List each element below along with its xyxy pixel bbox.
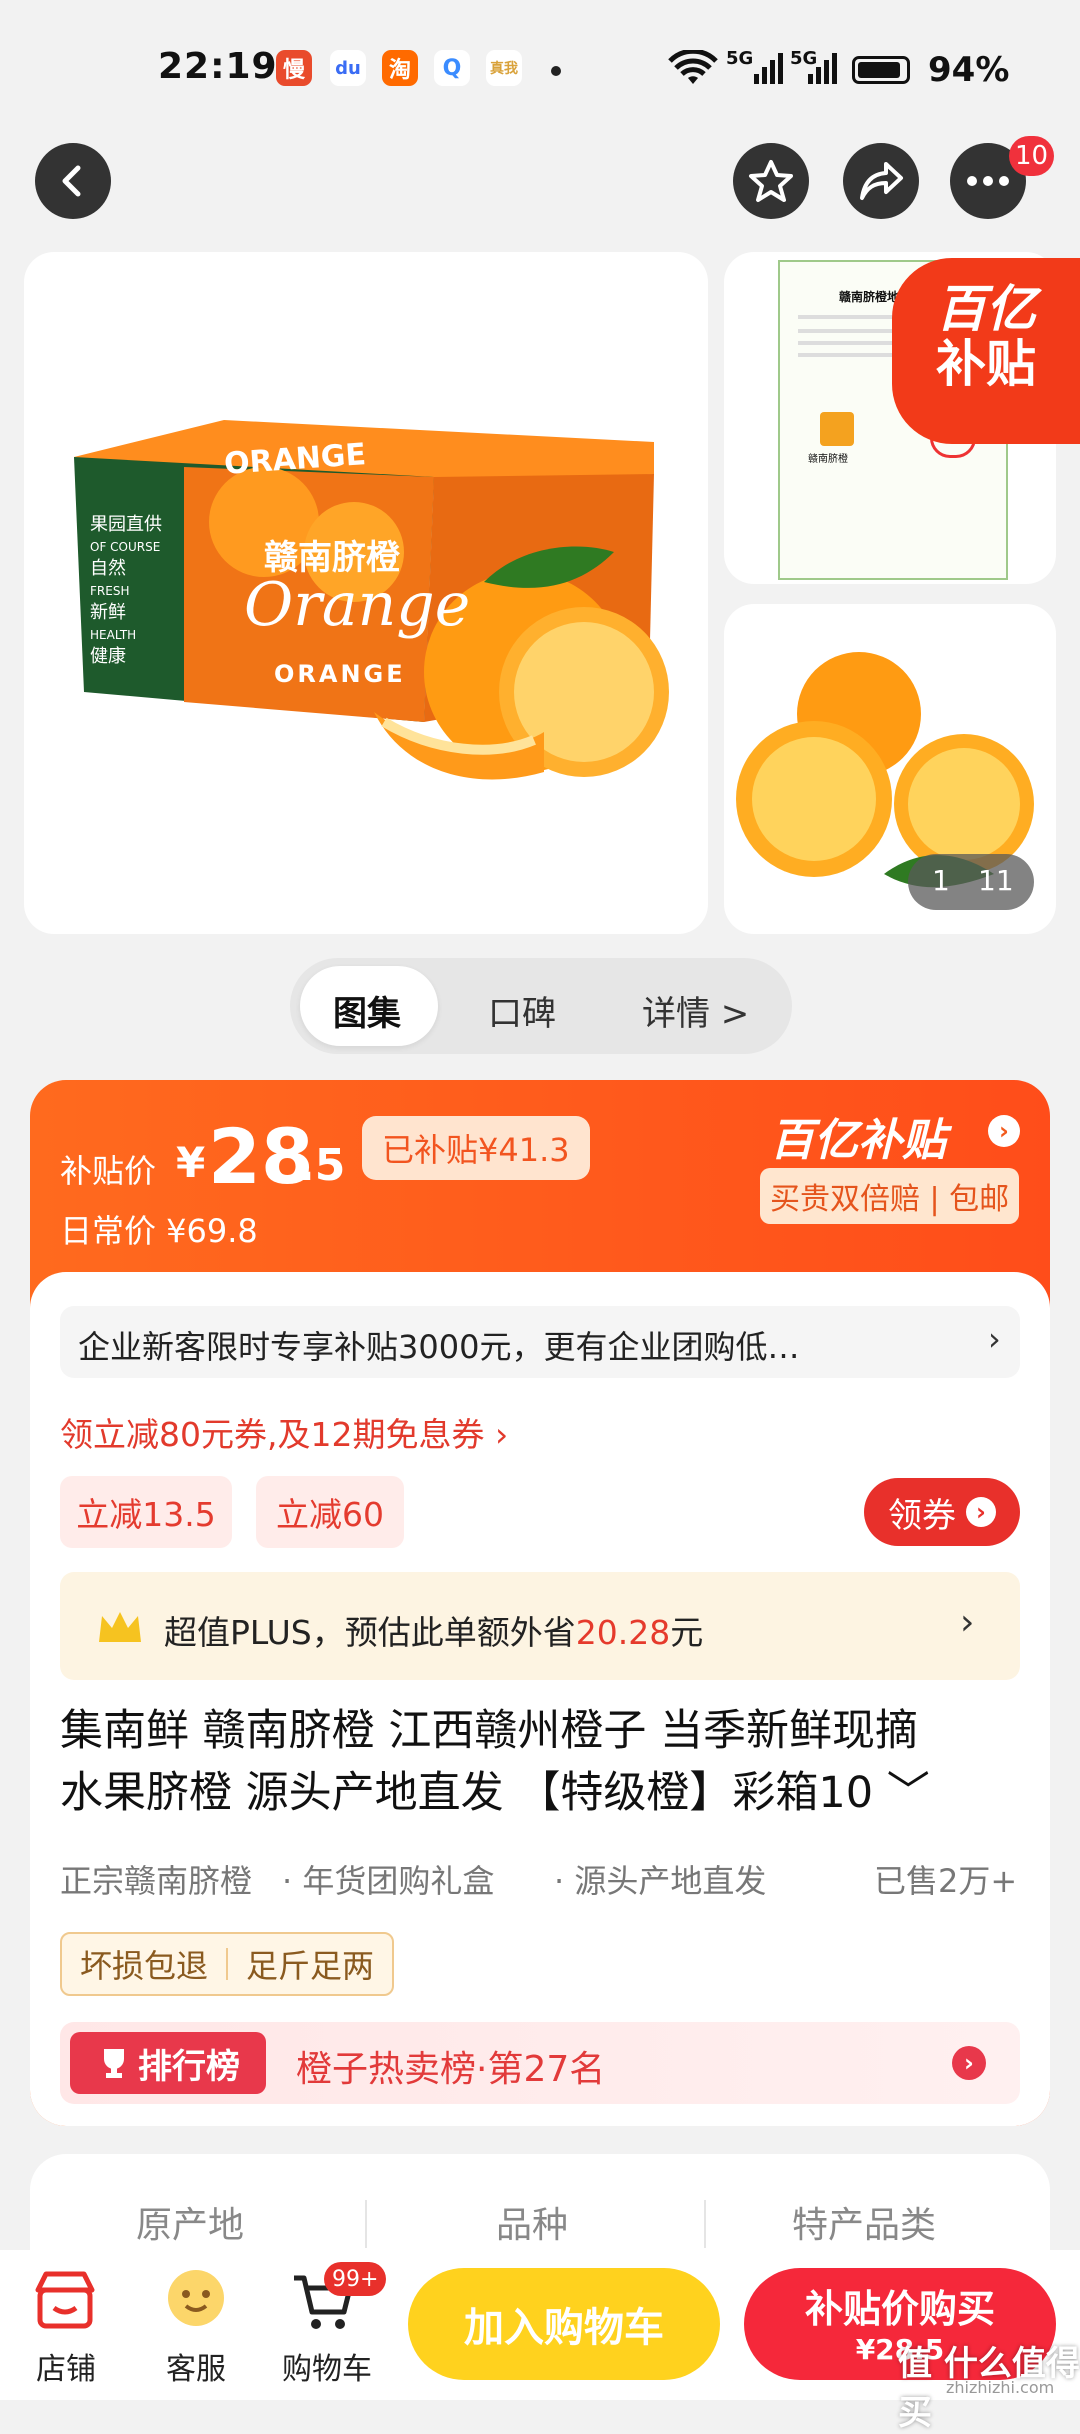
- battery-percent: 94%: [928, 50, 1010, 90]
- store-button[interactable]: 店铺: [30, 2262, 100, 2392]
- star-icon: [749, 160, 793, 202]
- trophy-icon: [104, 2049, 124, 2078]
- crown-icon: [99, 1612, 141, 1642]
- customer-service-button[interactable]: 客服: [158, 2262, 234, 2392]
- box-sub-label: ORANGE: [274, 660, 406, 688]
- spec-category: 特产品类: [792, 2205, 937, 2246]
- share-icon: [860, 162, 903, 200]
- discount-tag-2: 立减60: [256, 1476, 404, 1548]
- subsidy-price-label: 补贴价: [60, 1152, 157, 1190]
- coupon-link[interactable]: 领立减80元券,及12期免息券 ›: [60, 1408, 508, 1456]
- discount-tag-1: 立减13.5: [60, 1476, 232, 1548]
- ranking-badge: 排行榜: [70, 2032, 266, 2094]
- add-to-cart-button[interactable]: 加入购物车: [408, 2268, 720, 2380]
- chevron-right-icon: ›: [960, 1602, 975, 1643]
- chevron-right-icon: ›: [966, 1497, 996, 1527]
- chevron-left-icon: [62, 165, 81, 197]
- ranking-row[interactable]: 排行榜 橙子热卖榜·第27名 ›: [60, 2022, 1020, 2104]
- chevron-right-icon: ›: [988, 1320, 1001, 1358]
- status-bar: 22:19 慢 du 淘 Q 真我 5G 5G 94%: [0, 0, 1080, 140]
- favorite-button[interactable]: [733, 143, 809, 219]
- more-notifications-dot: [551, 66, 561, 76]
- box-script-label: Orange: [244, 570, 471, 640]
- taobao-app-icon: 淘: [382, 50, 418, 86]
- feature-3: · 源头产地直发: [554, 1862, 767, 1900]
- ellipsis-icon: [967, 176, 1009, 186]
- signal-2-icon: [808, 53, 837, 84]
- main-product-image[interactable]: ORANGE 赣南脐橙 Orange ORANGE 果园直供 OF COURSE…: [24, 252, 708, 934]
- battery-icon: [852, 56, 910, 84]
- subsidized-amount-tag: 已补贴¥41.3: [362, 1116, 590, 1180]
- cart-badge: 99+: [324, 2262, 387, 2296]
- price-decimal: .5: [298, 1140, 346, 1191]
- box-side-text: 果园直供 OF COURSE 自然 FRESH 新鲜 HEALTH 健康: [90, 514, 162, 667]
- orange-cut-image[interactable]: 1 11: [724, 604, 1056, 934]
- chevron-right-icon[interactable]: ›: [988, 1115, 1020, 1147]
- spec-variety: 品种: [496, 2205, 569, 2246]
- guarantee-tag: 买贵双倍赔 | 包邮: [760, 1168, 1020, 1224]
- spec-origin: 原产地: [136, 2205, 245, 2246]
- back-button[interactable]: [35, 143, 111, 219]
- tab-gallery[interactable]: 图集: [333, 986, 401, 1035]
- subsidy-corner-badge: 百亿 补贴: [892, 258, 1080, 444]
- notification-badge: 10: [1009, 136, 1055, 176]
- realme-app-icon: 真我: [486, 50, 522, 86]
- feature-2: · 年货团购礼盒: [282, 1862, 495, 1900]
- enterprise-promo-row[interactable]: 企业新客限时专享补贴3000元，更有企业团购低… ›: [60, 1306, 1020, 1378]
- certificate-logo: [820, 412, 854, 446]
- tab-reviews[interactable]: 口碑: [488, 986, 556, 1035]
- image-pager: 1 11: [908, 854, 1034, 910]
- share-button[interactable]: [843, 143, 919, 219]
- chat-face-icon: [168, 2270, 224, 2326]
- product-info-panel: [30, 1272, 1050, 2126]
- status-time: 22:19: [158, 46, 278, 87]
- get-coupon-button[interactable]: 领券 ›: [864, 1478, 1020, 1546]
- price-currency: ¥: [176, 1138, 206, 1187]
- store-icon: [35, 2271, 95, 2329]
- signal-1-icon: [754, 53, 783, 84]
- plus-savings-row[interactable]: 超值PLUS，预估此单额外省20.28元 ›: [60, 1572, 1020, 1680]
- feature-1: 正宗赣南脐橙: [60, 1862, 253, 1900]
- cart-button[interactable]: 99+ 购物车: [282, 2262, 387, 2392]
- service-tags: 坏损包退 足斤足两: [60, 1932, 395, 1996]
- search-app-icon: Q: [434, 50, 470, 86]
- wifi-icon: [668, 50, 718, 84]
- watermark-url: zhizhizhi.com: [946, 2378, 1055, 2397]
- ranking-text: 橙子热卖榜·第27名: [296, 2049, 606, 2090]
- notification-app-icon: 慢: [276, 50, 312, 86]
- baidu-app-icon: du: [330, 50, 366, 86]
- sold-count: 已售2万+: [874, 1862, 1018, 1900]
- product-title[interactable]: 集南鲜 赣南脐橙 江西赣州橙子 当季新鲜现摘 水果脐橙 源头产地直发 【特级橙】…: [60, 1700, 1030, 1824]
- brand-subsidy-logo[interactable]: 百亿补贴: [770, 1104, 946, 1168]
- signal-1-label: 5G: [726, 48, 754, 69]
- daily-price: 日常价 ¥69.8: [60, 1212, 258, 1250]
- chevron-right-icon: ›: [952, 2046, 986, 2080]
- tab-details[interactable]: 详情 >: [642, 986, 749, 1035]
